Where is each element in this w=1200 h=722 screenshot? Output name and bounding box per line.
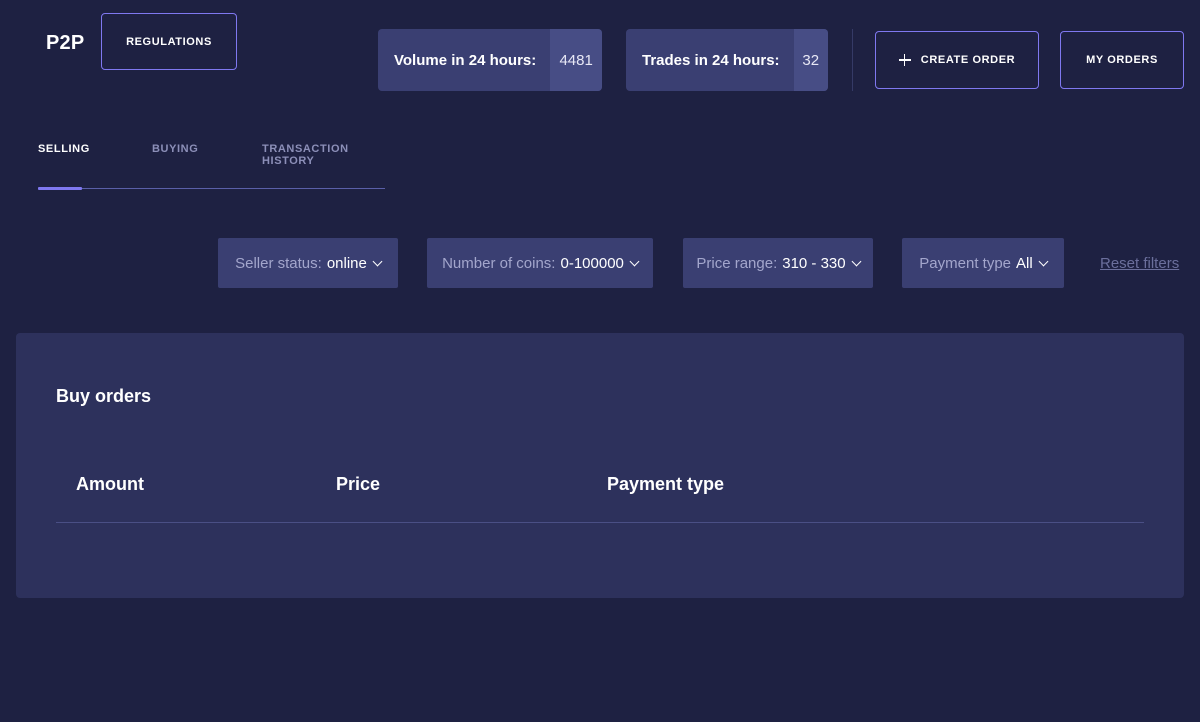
seller-status-filter[interactable]: Seller status: online <box>218 238 398 288</box>
volume-label: Volume in 24 hours: <box>394 51 537 69</box>
chevron-down-icon <box>1038 256 1049 266</box>
tab-transaction-history[interactable]: TRANSACTION HISTORY <box>262 143 385 167</box>
tab-buying[interactable]: BUYING <box>152 143 198 155</box>
payment-type-label: Payment type <box>919 254 1012 272</box>
price-range-label: Price range: <box>696 254 778 272</box>
column-header-price: Price <box>336 474 381 494</box>
p2p-page: P2P REGULATIONS Volume in 24 hours: 4481… <box>0 0 1200 722</box>
volume-value: 4481 <box>550 29 602 91</box>
payment-type-filter[interactable]: Payment type All <box>902 238 1064 288</box>
plus-icon <box>898 54 911 66</box>
coins-label: Number of coins: <box>442 254 556 272</box>
coins-value: 0-100000 <box>560 254 624 272</box>
trades-value: 32 <box>793 29 828 91</box>
payment-type-value: All <box>1016 254 1033 272</box>
order-tabs: SELLING BUYING TRANSACTION HISTORY <box>38 143 385 190</box>
regulations-button[interactable]: REGULATIONS <box>101 13 237 70</box>
number-of-coins-filter[interactable]: Number of coins: 0-100000 <box>427 238 653 288</box>
trades-stat: Trades in 24 hours: 32 <box>626 29 828 91</box>
buy-orders-title: Buy orders <box>56 386 152 406</box>
volume-stat: Volume in 24 hours: 4481 <box>378 29 602 91</box>
column-header-amount: Amount <box>76 474 144 494</box>
create-order-label: CREATE ORDER <box>920 54 1016 66</box>
chevron-down-icon <box>372 256 383 266</box>
seller-status-label: Seller status: <box>235 254 322 272</box>
brand-title: P2P <box>46 32 85 54</box>
buy-orders-card: Buy orders Amount Price Payment type <box>16 333 1184 598</box>
active-tab-indicator <box>38 187 82 190</box>
reset-filters-link[interactable]: Reset filters <box>1100 255 1179 272</box>
create-order-button[interactable]: CREATE ORDER <box>875 31 1039 89</box>
table-header-divider <box>56 522 1144 523</box>
column-header-payment-type: Payment type <box>607 474 725 494</box>
tab-selling[interactable]: SELLING <box>38 143 90 155</box>
tab-underline <box>38 188 385 189</box>
seller-status-value: online <box>326 254 367 272</box>
my-orders-button[interactable]: MY ORDERS <box>1060 31 1184 89</box>
chevron-down-icon <box>629 256 640 266</box>
price-range-filter[interactable]: Price range: 310 - 330 <box>683 238 873 288</box>
chevron-down-icon <box>851 256 862 266</box>
price-range-value: 310 - 330 <box>782 254 846 272</box>
trades-label: Trades in 24 hours: <box>642 51 780 69</box>
header-divider <box>852 29 853 91</box>
